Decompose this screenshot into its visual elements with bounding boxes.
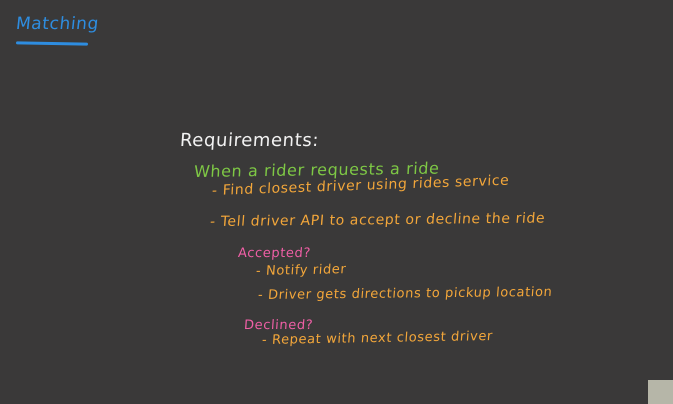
notify-rider-line: - Notify rider bbox=[255, 262, 347, 280]
whiteboard-canvas[interactable]: Matching Requirements: When a rider requ… bbox=[0, 0, 673, 404]
accepted-label: Accepted? bbox=[237, 246, 312, 261]
title-underline bbox=[15, 41, 89, 46]
tell-driver-api-line: - Tell driver API to accept or decline t… bbox=[209, 210, 546, 231]
driver-directions-line: - Driver gets directions to pickup locat… bbox=[257, 284, 553, 304]
requirements-heading: Requirements: bbox=[179, 130, 320, 151]
repeat-next-driver-line: - Repeat with next closest driver bbox=[261, 328, 494, 349]
page-title: Matching bbox=[14, 14, 101, 34]
corner-resize-handle[interactable] bbox=[648, 380, 673, 404]
declined-label: Declined? bbox=[243, 318, 314, 333]
